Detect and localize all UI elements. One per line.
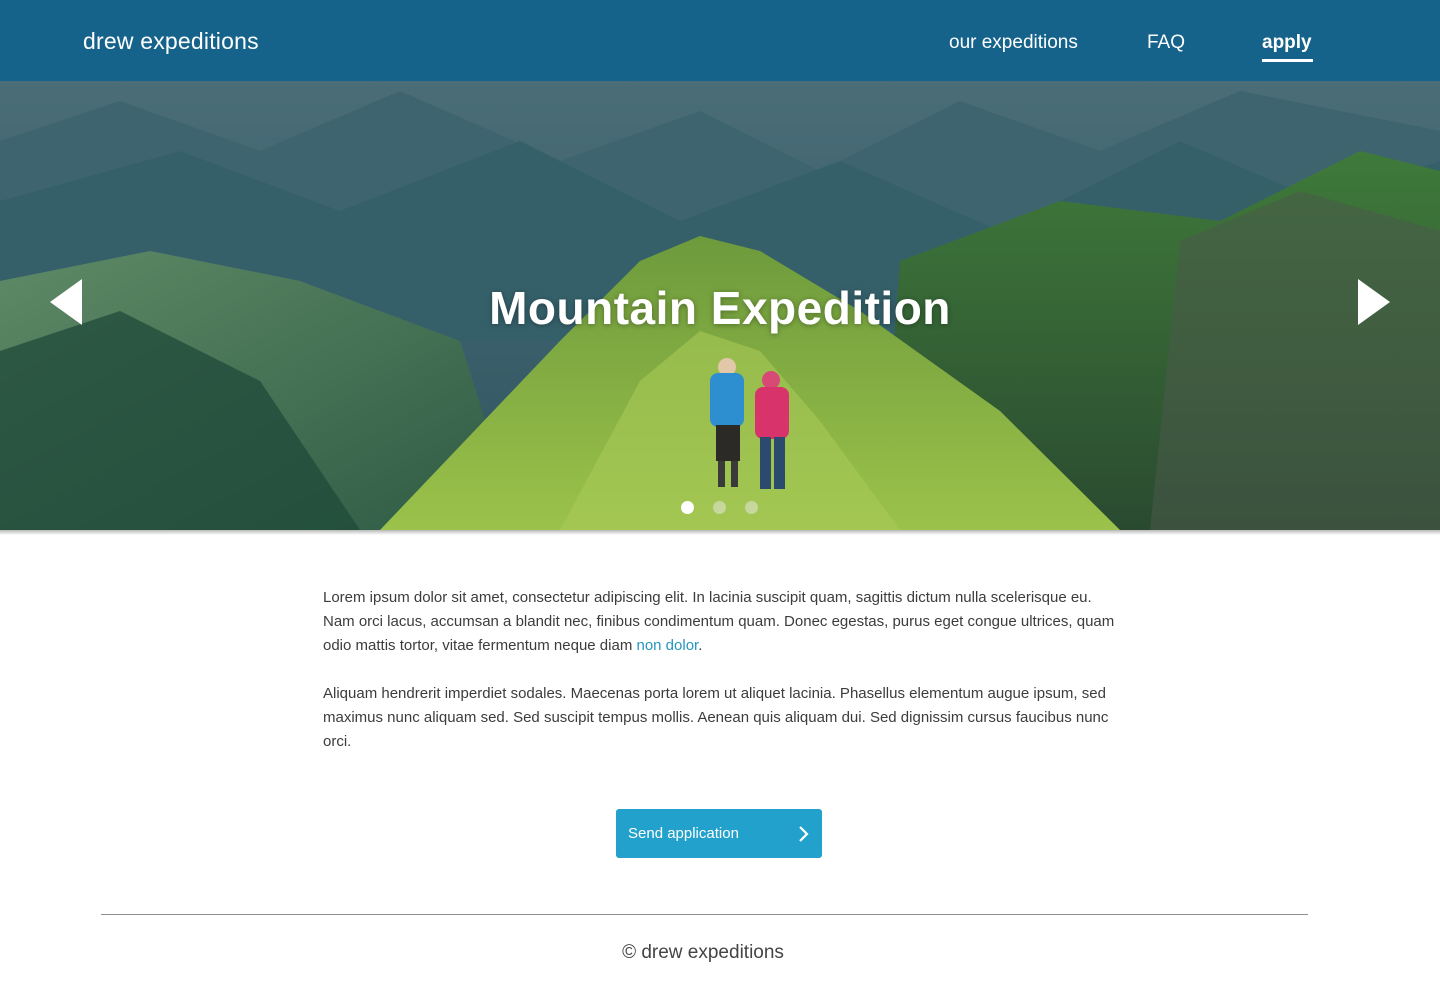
- slide-dot-3[interactable]: [745, 501, 758, 514]
- nav-faq[interactable]: FAQ: [1147, 30, 1185, 56]
- main-content: Lorem ipsum dolor sit amet, consectetur …: [323, 586, 1123, 778]
- nav-our-expeditions[interactable]: our expeditions: [949, 30, 1078, 56]
- hero-title: Mountain Expedition: [489, 282, 951, 334]
- nav-apply[interactable]: apply: [1262, 30, 1312, 56]
- footer-divider: [101, 914, 1308, 915]
- hero-slider: Mountain Expedition: [0, 81, 1440, 530]
- slide-indicators: [0, 501, 1440, 515]
- send-application-button[interactable]: Send application: [616, 809, 822, 858]
- inline-link[interactable]: non dolor: [636, 637, 698, 654]
- intro-text: Lorem ipsum dolor sit amet, consectetur …: [323, 589, 1115, 654]
- slide-dot-1[interactable]: [681, 501, 694, 514]
- intro-period: .: [698, 637, 703, 654]
- nav-active-indicator: [1262, 59, 1313, 62]
- footer-copyright: © drew expeditions: [622, 942, 784, 963]
- main-nav: our expeditions FAQ apply: [0, 30, 1440, 64]
- intro-paragraph: Lorem ipsum dolor sit amet, consectetur …: [323, 586, 1123, 658]
- second-paragraph: Aliquam hendrerit imperdiet sodales. Mae…: [323, 685, 1109, 750]
- chevron-right-icon: [799, 826, 809, 842]
- triangle-right-icon: [1358, 279, 1390, 325]
- slide-dot-2[interactable]: [713, 501, 726, 514]
- triangle-left-icon: [50, 279, 82, 325]
- hero-divider: [0, 530, 1440, 535]
- prev-slide-button[interactable]: [49, 278, 83, 326]
- site-header: drew expeditions our expeditions FAQ app…: [0, 0, 1440, 81]
- next-slide-button[interactable]: [1357, 278, 1391, 326]
- send-application-label: Send application: [628, 825, 739, 842]
